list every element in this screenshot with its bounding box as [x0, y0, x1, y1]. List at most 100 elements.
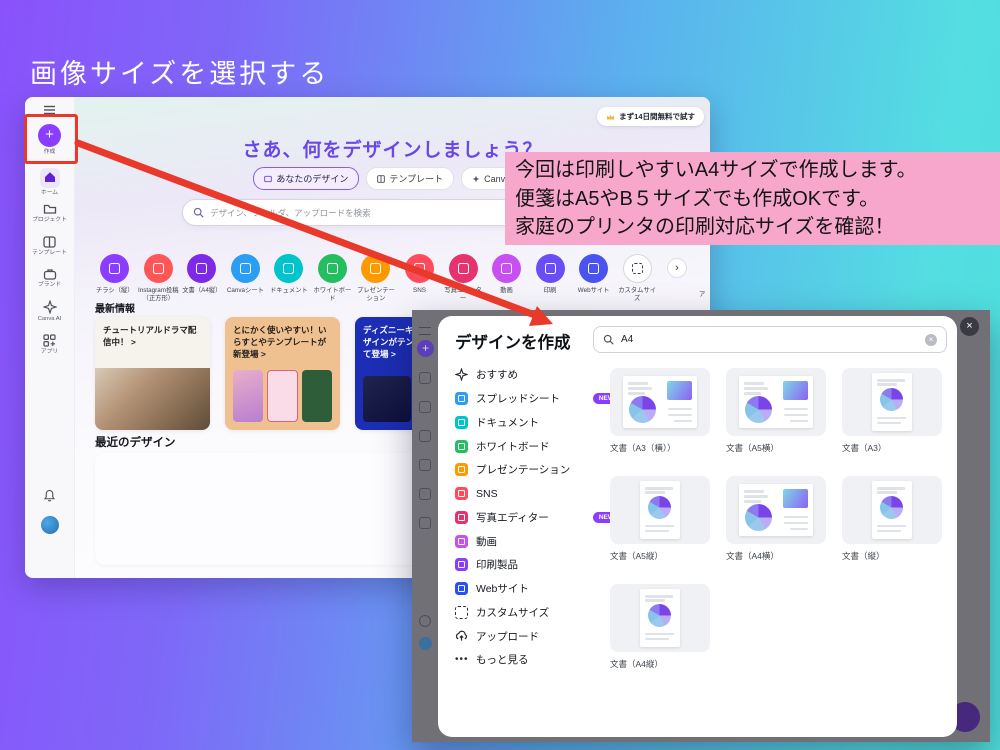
camera-icon [458, 263, 469, 274]
modal-close-button[interactable]: × [960, 317, 979, 336]
category-photo-editor[interactable]: 写真エディター [441, 254, 485, 303]
modal-title: デザインを作成 [455, 329, 571, 353]
avatar [419, 637, 432, 650]
home-sidebar: + 作成 ホーム プロジェクト テンプレート ブランド Canva AI [25, 97, 75, 578]
category-shortcuts: チラシ（縦） Instagram投稿（正方形） 文書（A4縦） Canvaシート… [93, 254, 659, 303]
tutorial-photo [95, 368, 210, 430]
whiteboard-icon [327, 263, 338, 274]
docs-icon [283, 263, 294, 274]
search-icon [603, 334, 614, 345]
menu-item-whiteboard[interactable]: ホワイトボード [455, 434, 620, 458]
ellipsis-icon: ••• [455, 654, 468, 665]
upload-icon [455, 630, 468, 643]
hamburger-icon [419, 327, 431, 335]
sidebar-item-canva-ai[interactable]: Canva AI [25, 300, 74, 323]
category-custom-size[interactable]: カスタムサイズ [615, 254, 659, 303]
category-print[interactable]: 印刷 [528, 254, 572, 303]
user-avatar[interactable] [25, 516, 74, 534]
category-docs[interactable]: ドキュメント [267, 254, 311, 303]
result-card[interactable]: 文書（A3（横）） [610, 368, 710, 454]
sns-icon [458, 490, 465, 497]
menu-item-print-products[interactable]: 印刷製品 [455, 553, 620, 577]
video-icon [501, 263, 512, 274]
sparkle-icon [419, 488, 431, 500]
menu-item-website[interactable]: Webサイト [455, 577, 620, 601]
folder-icon [419, 401, 431, 413]
result-card[interactable]: 文書（A4縦） [610, 584, 710, 670]
news-card-tutorial[interactable]: チュートリアルドラマ配信中！ > [95, 317, 210, 430]
sidebar-item-projects[interactable]: プロジェクト [25, 203, 74, 224]
whiteboard-icon [458, 443, 465, 450]
custom-size-icon [455, 606, 468, 619]
sheet-icon [458, 395, 465, 402]
modal-search-input[interactable]: A4 × [593, 326, 947, 353]
crown-icon [606, 113, 615, 121]
size-results-grid: 文書（A3（横）） 文書（A5横） [610, 368, 942, 670]
browser-icon [458, 585, 465, 592]
annotation-note: 今回は印刷しやすいA4サイズで作成します。 便箋はA5やB５サイズでも作成OKで… [505, 152, 1000, 245]
sns-icon [414, 263, 425, 274]
trial-badge[interactable]: まず14日間無料で試す [597, 107, 704, 126]
presentation-icon [370, 263, 381, 274]
briefcase-icon [43, 268, 57, 280]
tutorial-slide: 画像サイズを選択する + 作成 ホーム プロジェクト テンプレート [0, 0, 1000, 750]
menu-item-spreadsheet[interactable]: スプレッドシート NEW [455, 387, 620, 411]
docs-icon [458, 419, 465, 426]
tab-your-designs[interactable]: あなたのデザイン [253, 167, 359, 190]
menu-item-documents[interactable]: ドキュメント [455, 411, 620, 435]
result-card[interactable]: 文書（A4横） [726, 476, 826, 562]
sidebar-item-brand[interactable]: ブランド [25, 268, 74, 289]
sparkle-icon [43, 300, 57, 314]
category-presentation[interactable]: プレゼンテーション [354, 254, 398, 303]
sidebar-item-home[interactable]: ホーム [25, 168, 74, 197]
plus-icon: + [417, 340, 434, 357]
result-card[interactable]: 文書（A5横） [726, 368, 826, 454]
clear-search-icon[interactable]: × [925, 334, 937, 346]
create-design-modal: デザインを作成 A4 × おすすめ スプレッドシート NEW ドキュメ [438, 316, 957, 737]
highlight-rectangle [24, 114, 78, 164]
news-card-irasutoya[interactable]: とにかく使いやすい！いらすとやテンプレートが新登場 > [225, 317, 340, 430]
menu-item-recommended[interactable]: おすすめ [455, 363, 620, 387]
category-doc-a4[interactable]: 文書（A4縦） [180, 254, 224, 303]
menu-item-video[interactable]: 動画 [455, 529, 620, 553]
category-flyer[interactable]: チラシ（縦） [93, 254, 137, 303]
sparkle-icon [472, 175, 480, 183]
dimmed-sidebar: + [412, 310, 438, 742]
home-icon [419, 372, 431, 384]
modal-menu: おすすめ スプレッドシート NEW ドキュメント ホワイトボード プ [455, 363, 620, 672]
sidebar-item-templates[interactable]: テンプレート [25, 236, 74, 257]
search-placeholder: デザイン、フォルダ、アップロードを検索 [210, 207, 371, 219]
search-icon [193, 207, 204, 218]
video-icon [458, 538, 465, 545]
apps-icon [419, 517, 431, 529]
menu-item-custom-size[interactable]: カスタムサイズ [455, 601, 620, 625]
category-website[interactable]: Webサイト [572, 254, 616, 303]
template-icon [43, 236, 56, 248]
flyer-icon [109, 263, 120, 274]
result-card[interactable]: 文書（縦） [842, 476, 942, 562]
menu-item-see-more[interactable]: ••• もっと見る [455, 648, 620, 672]
template-icon [419, 430, 431, 442]
printer-icon [545, 263, 556, 274]
home-icon [44, 171, 56, 183]
presentation-icon [458, 466, 465, 473]
sidebar-item-apps[interactable]: アプリ [25, 334, 74, 356]
menu-item-upload[interactable]: アップロード [455, 624, 620, 648]
categories-next-button[interactable]: › [667, 258, 687, 278]
news-section-heading: 最新情報 [95, 300, 135, 315]
category-whiteboard[interactable]: ホワイトボード [311, 254, 355, 303]
tab-templates[interactable]: テンプレート [366, 167, 454, 190]
menu-item-sns[interactable]: SNS [455, 482, 620, 506]
category-canva-sheet[interactable]: Canvaシート [224, 254, 268, 303]
notifications-button[interactable] [25, 489, 74, 504]
menu-item-photo-editor[interactable]: 写真エディター NEW [455, 506, 620, 530]
menu-item-presentation[interactable]: プレゼンテーション [455, 458, 620, 482]
document-icon [196, 263, 207, 274]
result-card[interactable]: 文書（A5縦） [610, 476, 710, 562]
category-instagram[interactable]: Instagram投稿（正方形） [137, 254, 181, 303]
category-sns[interactable]: SNS [398, 254, 442, 303]
category-video[interactable]: 動画 [485, 254, 529, 303]
result-card[interactable]: 文書（A3） [842, 368, 942, 454]
avatar [41, 516, 59, 534]
create-design-modal-screenshot: + デザインを作成 A4 × おすすめ [412, 310, 990, 742]
